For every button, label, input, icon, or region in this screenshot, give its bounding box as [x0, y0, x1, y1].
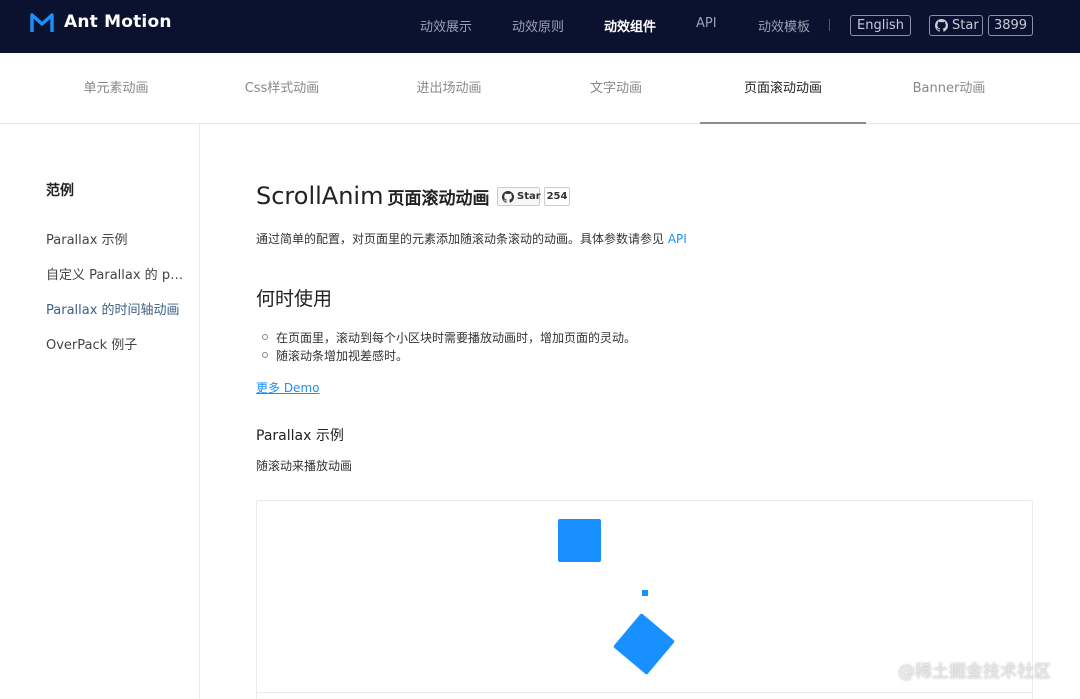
- github-star-count[interactable]: 3899: [988, 15, 1033, 36]
- repo-star-count[interactable]: 254: [544, 187, 570, 206]
- bullet-icon: [262, 334, 268, 340]
- github-icon: [935, 19, 948, 32]
- sidebar-item-parallax-example[interactable]: Parallax 示例: [46, 229, 186, 248]
- list-item-text: 在页面里，滚动到每个小区块时需要播放动画时，增加页面的灵动。: [276, 331, 637, 345]
- list-item: 在页面里，滚动到每个小区块时需要播放动画时，增加页面的灵动。: [262, 329, 636, 346]
- ant-motion-logo-icon[interactable]: [30, 11, 54, 35]
- nav-item-api[interactable]: API: [696, 16, 717, 31]
- page-title-en: ScrollAnim: [256, 182, 384, 210]
- intro-paragraph: 通过简单的配置，对页面里的元素添加随滚动条滚动的动画。具体参数请参见 API: [256, 230, 687, 247]
- watermark: @稀土掘金技术社区: [898, 662, 1051, 682]
- subnav-item-scroll[interactable]: 页面滚动动画: [700, 53, 866, 124]
- demo-divider: [257, 692, 1032, 693]
- subnav-item-single-element[interactable]: 单元素动画: [33, 53, 199, 124]
- demo-square-top: [558, 519, 601, 562]
- demo-square-small: [642, 590, 648, 596]
- component-subnav: 单元素动画 Css样式动画 进出场动画 文字动画 页面滚动动画 Banner动画: [0, 53, 1080, 124]
- top-header: Ant Motion 动效展示 动效原则 动效组件 API 动效模板 Engli…: [0, 0, 1080, 53]
- nav-item-components[interactable]: 动效组件: [604, 16, 656, 35]
- intro-text: 通过简单的配置，对页面里的元素添加随滚动条滚动的动画。具体参数请参见: [256, 232, 665, 246]
- section-title-when-to-use: 何时使用: [256, 288, 333, 310]
- github-star-label: Star: [952, 18, 979, 33]
- nav-item-showcase[interactable]: 动效展示: [420, 16, 472, 35]
- github-star-button[interactable]: Star: [929, 15, 983, 36]
- nav-item-principles[interactable]: 动效原则: [512, 16, 564, 35]
- language-switch-button[interactable]: English: [850, 15, 911, 36]
- bullet-icon: [262, 352, 268, 358]
- sidebar-item-parallax-timeline[interactable]: Parallax 的时间轴动画: [46, 299, 186, 318]
- brand-name[interactable]: Ant Motion: [64, 12, 172, 32]
- subnav-item-css[interactable]: Css样式动画: [199, 53, 365, 124]
- api-link[interactable]: API: [668, 232, 687, 246]
- nav-item-templates[interactable]: 动效模板: [758, 16, 810, 35]
- sidebar-item-custom-playscale[interactable]: 自定义 Parallax 的 playScale: [46, 264, 186, 283]
- demo-square-rotated: [613, 613, 675, 675]
- page-title: ScrollAnim 页面滚动动画: [256, 182, 489, 210]
- nav-divider: [829, 19, 830, 31]
- github-icon: [502, 191, 514, 203]
- repo-star-label: Star: [517, 191, 541, 202]
- list-item-text: 随滚动条增加视差感时。: [276, 349, 409, 363]
- sidebar-item-overpack[interactable]: OverPack 例子: [46, 334, 186, 353]
- page-title-cn: 页面滚动动画: [387, 189, 490, 209]
- subnav-item-banner[interactable]: Banner动画: [866, 53, 1032, 124]
- subnav-item-text[interactable]: 文字动画: [533, 53, 699, 124]
- example-title: Parallax 示例: [256, 428, 344, 444]
- subnav-item-enter-leave[interactable]: 进出场动画: [366, 53, 532, 124]
- list-item: 随滚动条增加视差感时。: [262, 347, 408, 364]
- repo-star-badge[interactable]: Star: [497, 187, 541, 206]
- more-demo-link[interactable]: 更多 Demo: [256, 379, 319, 396]
- example-description: 随滚动来播放动画: [256, 459, 353, 473]
- sidebar-title: 范例: [46, 183, 74, 199]
- examples-sidebar: 范例 Parallax 示例 自定义 Parallax 的 playScale …: [0, 124, 200, 699]
